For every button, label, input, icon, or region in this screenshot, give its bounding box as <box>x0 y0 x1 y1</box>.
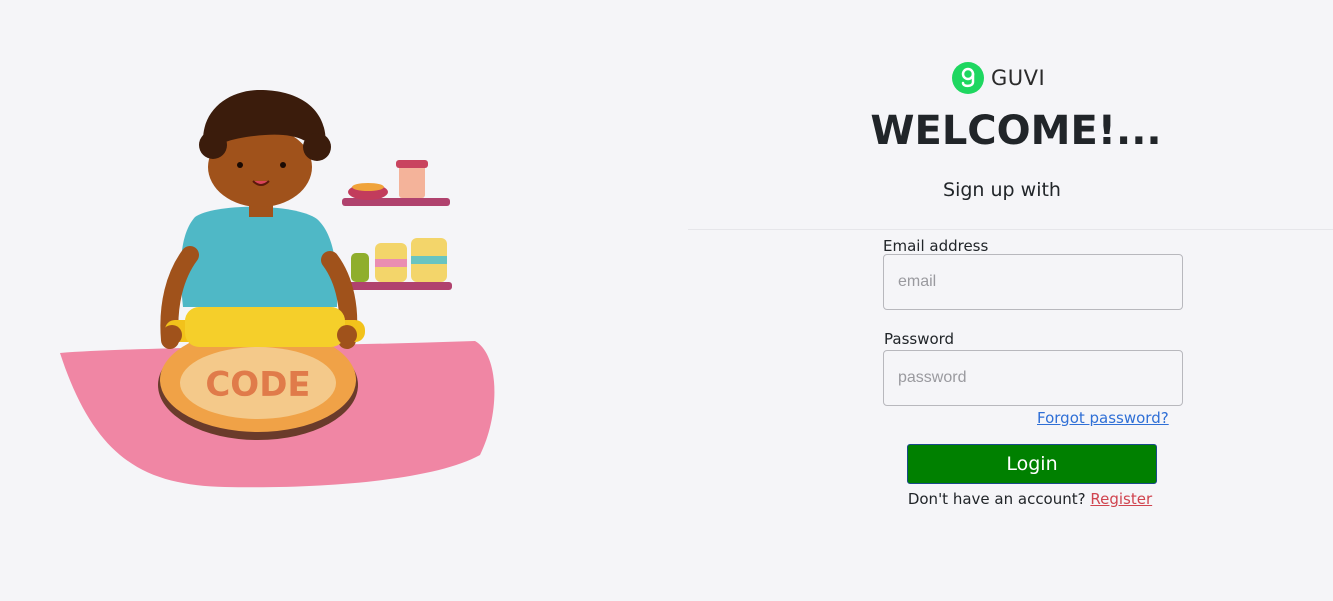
brand-name: GUVI <box>991 66 1046 90</box>
login-button[interactable]: Login <box>907 444 1157 484</box>
password-field[interactable] <box>883 350 1183 406</box>
register-line: Don't have an account? Register <box>880 490 1180 508</box>
email-label: Email address <box>883 237 989 255</box>
signup-subtitle: Sign up with <box>943 179 1061 201</box>
forgot-password-link[interactable]: Forgot password? <box>1037 409 1169 427</box>
divider <box>688 229 1333 230</box>
login-page: CODE GUVI WELCOME!... Sign up with Email… <box>0 0 1333 601</box>
page-title: WELCOME!... <box>870 108 1162 154</box>
guvi-logo-icon <box>952 62 984 94</box>
svg-text:CODE: CODE <box>205 362 310 402</box>
child-baking-illustration: CODE <box>60 90 495 488</box>
register-link[interactable]: Register <box>1090 490 1152 508</box>
register-prompt: Don't have an account? <box>907 490 1086 508</box>
brand: GUVI <box>952 62 1045 94</box>
email-field[interactable] <box>883 254 1183 310</box>
password-label: Password <box>884 330 955 348</box>
